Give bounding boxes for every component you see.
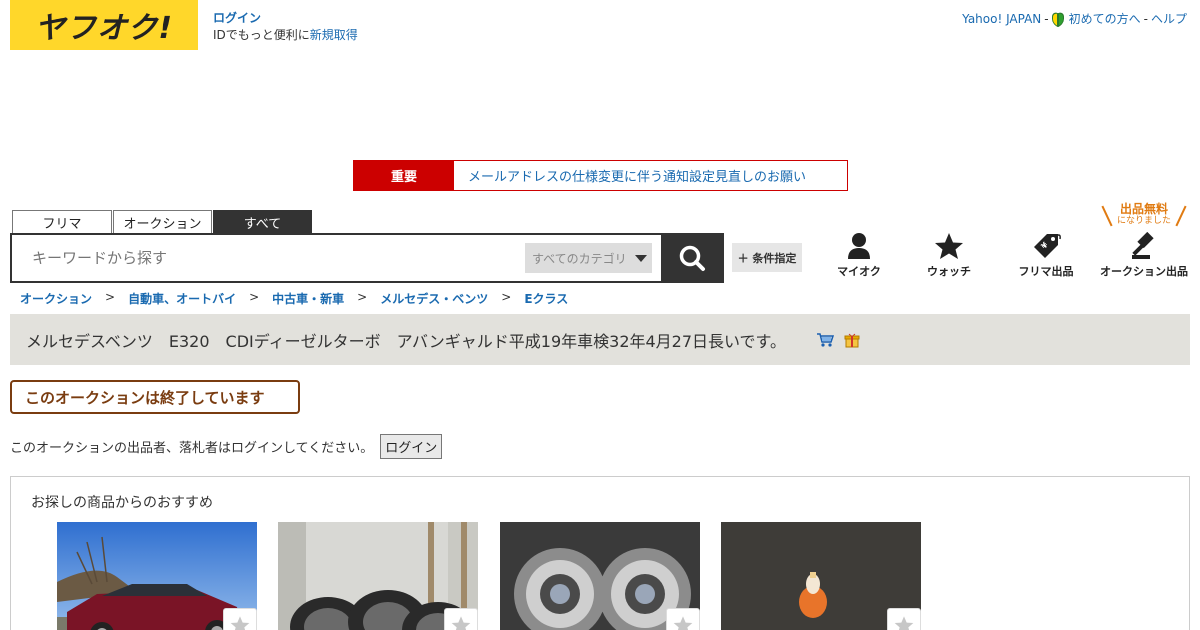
watch-shortcut[interactable]: ウォッチ [924,232,974,279]
auction-sell-shortcut[interactable]: オークション出品 [1098,232,1190,279]
person-icon [848,233,870,259]
dropdown-arrow-icon [634,254,647,262]
recommendation-item[interactable] [500,522,700,630]
separator: - [1044,11,1049,26]
tab-all[interactable]: すべて [213,210,312,234]
breadcrumb-item[interactable]: Eクラス [524,290,568,307]
price-tag-icon: ¥ [1034,234,1061,258]
watch-button[interactable] [444,608,478,630]
login-note: このオークションの出品者、落札者はログインしてください。 ログイン [10,434,443,459]
item-title: メルセデスベンツ E320 CDIディーゼルターボ アバンギャルド平成19年車検… [26,331,786,351]
login-block: ログイン IDでもっと便利に新規取得 [213,10,358,44]
watch-button[interactable] [666,608,700,630]
shortcut-label: ウォッチ [927,265,971,278]
search-icon [679,245,705,271]
watch-button[interactable] [887,608,921,630]
gift-icon [844,333,860,347]
logo-text: ヤフオク! [34,11,174,46]
category-select-value: すべてのカテゴリ [532,251,627,266]
tab-auction[interactable]: オークション [113,210,212,234]
yahuoku-logo[interactable]: ヤフオク! [10,0,198,50]
item-title-bar: メルセデスベンツ E320 CDIディーゼルターボ アバンギャルド平成19年車検… [10,314,1190,365]
badge-main: 出品無料 [1119,202,1168,216]
watch-button[interactable] [223,608,257,630]
shortcut-label: オークション出品 [1100,265,1188,278]
breadcrumb-separator: > [105,290,116,304]
flea-market-sell-shortcut[interactable]: ¥ フリマ出品 [1015,232,1077,279]
category-select[interactable]: すべてのカテゴリ [525,243,652,273]
breadcrumb-item[interactable]: 中古車・新車 [272,290,344,307]
breadcrumb-item[interactable]: 自動車、オートバイ [128,290,236,307]
recommendations-title: お探しの商品からのおすすめ [31,495,213,511]
login-note-text: このオークションの出品者、落札者はログインしてください。 [10,441,374,456]
notice-message[interactable]: メールアドレスの仕様変更に伴う通知設定見直しのお願い [454,161,847,190]
tab-flea-market[interactable]: フリマ [12,210,112,234]
breadcrumb-item[interactable]: メルセデス・ベンツ [380,290,488,307]
free-listing-badge: 出品無料 になりました [1101,202,1187,229]
star-icon [230,616,250,630]
star-icon [935,233,963,259]
recommendations-panel: お探しの商品からのおすすめ [10,476,1190,630]
beginner-guide-link[interactable]: 初めての方へ [1069,10,1141,27]
recommendation-item[interactable] [278,522,478,630]
signup-text: IDでもっと便利に新規取得 [213,28,358,42]
shopping-cart-icon [816,332,834,347]
breadcrumb-separator: > [501,290,512,304]
signup-link[interactable]: 新規取得 [310,28,358,42]
signup-prefix: IDでもっと便利に [213,28,310,42]
gavel-icon [1132,232,1154,259]
condition-filter-button[interactable]: ＋ 条件指定 [732,243,802,272]
login-button[interactable]: ログイン [380,434,443,459]
recommendation-item[interactable] [721,522,921,630]
top-links: Yahoo! JAPAN - 初めての方へ - ヘルプ [962,10,1187,27]
important-notice[interactable]: 重要 メールアドレスの仕様変更に伴う通知設定見直しのお願い [353,160,848,191]
breadcrumb-item[interactable]: オークション [20,290,92,307]
yahoo-japan-link[interactable]: Yahoo! JAPAN [962,12,1041,26]
star-icon [894,616,914,630]
breadcrumb-separator: > [249,290,260,304]
separator: - [1143,11,1148,26]
breadcrumb-separator: > [357,290,368,304]
search-tabs: フリマ オークション すべて [12,210,312,234]
search-box: すべてのカテゴリ [10,233,724,283]
notice-tag: 重要 [354,161,454,190]
recommendation-item[interactable] [57,522,257,630]
my-auction-shortcut[interactable]: マイオク [834,232,884,279]
star-icon [673,616,693,630]
shortcut-label: マイオク [837,265,881,278]
star-icon [451,616,471,630]
login-link[interactable]: ログイン [213,10,358,27]
beginner-mark-icon [1051,10,1064,27]
badge-sub: になりました [1116,216,1171,226]
breadcrumb: オークション > 自動車、オートバイ > 中古車・新車 > メルセデス・ベンツ … [20,290,568,307]
help-link[interactable]: ヘルプ [1151,10,1187,27]
search-button[interactable] [661,235,722,281]
auction-ended-label: このオークションは終了しています [10,380,300,414]
shortcut-label: フリマ出品 [1018,265,1074,278]
